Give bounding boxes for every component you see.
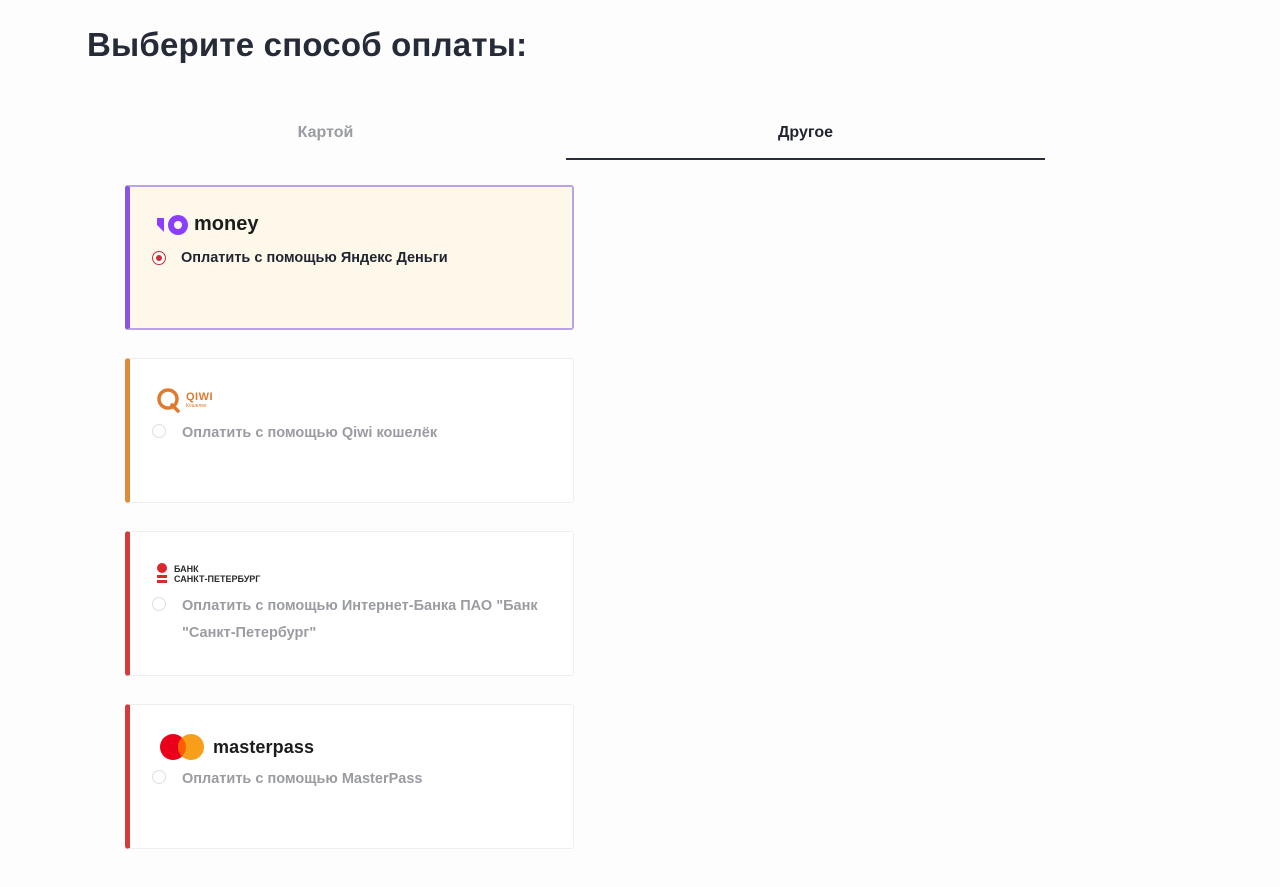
- tab-card[interactable]: Картой: [86, 108, 565, 158]
- option-label-qiwi: Оплатить с помощью Qiwi кошелёк: [182, 425, 438, 441]
- yoomoney-icon: [157, 214, 188, 235]
- bank-spb-logo-line2: САНКТ-ПЕТЕРБУРГ: [174, 574, 261, 584]
- radio-qiwi[interactable]: [152, 424, 166, 438]
- tab-other[interactable]: Другое: [566, 108, 1045, 160]
- payment-option-qiwi[interactable]: QIWI Кошелек Оплатить с помощью Qiwi кош…: [125, 358, 574, 503]
- payment-method-page: Выберите способ оплаты: Картой Другое mo…: [0, 0, 1280, 887]
- bank-spb-logo-line1: БАНК: [174, 564, 199, 574]
- yoomoney-logo-text: money: [194, 213, 259, 235]
- radio-masterpass[interactable]: [152, 770, 166, 784]
- radio-yoomoney[interactable]: [152, 251, 166, 265]
- bank-spb-icon: [157, 563, 167, 583]
- payment-option-bank-spb[interactable]: БАНК САНКТ-ПЕТЕРБУРГ Оплатить с помощью …: [125, 531, 574, 676]
- payment-tabs: Картой Другое: [86, 108, 1045, 160]
- masterpass-icon: [160, 734, 204, 760]
- option-label-masterpass: Оплатить с помощью MasterPass: [182, 771, 423, 787]
- yoomoney-logo: money: [156, 213, 258, 236]
- option-label-bank-spb: Оплатить с помощью Интернет-Банка ПАО "Б…: [182, 598, 538, 641]
- bank-spb-logo: БАНК САНКТ-ПЕТЕРБУРГ: [156, 562, 260, 586]
- qiwi-logo-text: QIWI: [186, 390, 214, 403]
- masterpass-logo: masterpass: [158, 732, 314, 762]
- page-title: Выберите способ оплаты:: [87, 26, 528, 63]
- qiwi-logo: QIWI Кошелек: [156, 387, 213, 413]
- option-label-yoomoney: Оплатить с помощью Яндекс Деньги: [181, 250, 448, 266]
- qiwi-logo-subtext: Кошелек: [186, 402, 207, 409]
- payment-option-masterpass[interactable]: masterpass Оплатить с помощью MasterPass: [125, 704, 574, 849]
- radio-bank-spb[interactable]: [152, 597, 166, 611]
- payment-option-yoomoney[interactable]: money Оплатить с помощью Яндекс Деньги: [125, 185, 574, 330]
- masterpass-logo-text: masterpass: [213, 736, 315, 757]
- qiwi-icon: [157, 388, 180, 413]
